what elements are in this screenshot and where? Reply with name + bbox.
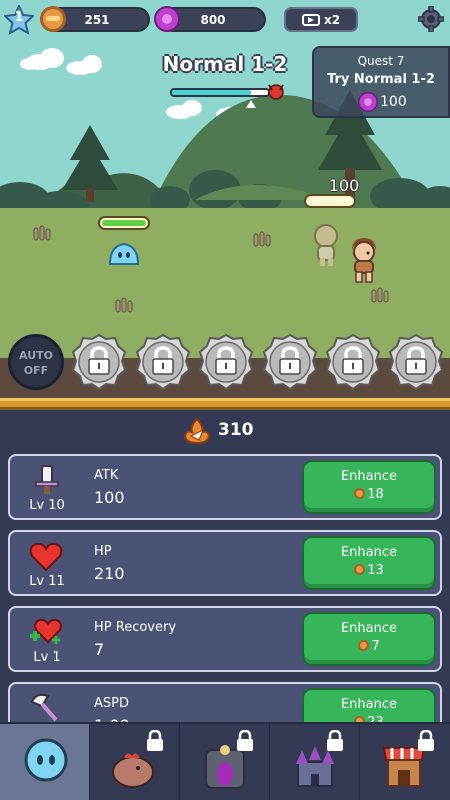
enhance-label: Enhance xyxy=(340,469,398,484)
enemy-hp-value: 100 xyxy=(328,176,360,195)
stage-title: Normal 1-2 xyxy=(162,52,288,76)
axe-icon xyxy=(28,692,64,722)
lock-icon xyxy=(262,333,318,391)
tab-character[interactable] xyxy=(0,724,90,800)
locked-skill-slot[interactable] xyxy=(70,333,128,391)
enhance-cost-value: 13 xyxy=(367,563,384,578)
enhance-label: Enhance xyxy=(340,545,398,560)
hero-ghost-sprite xyxy=(314,224,338,266)
enhance-label: Enhance xyxy=(340,621,398,636)
upgrade-list[interactable]: Lv 10 ATK 100 Enhance 18 Lv 11 HP 210 Enhance 13 L… xyxy=(0,450,450,722)
upgrade-name: HP xyxy=(94,544,112,559)
enhance-button[interactable]: Enhance 23 xyxy=(302,688,436,722)
enhance-cost: 13 xyxy=(304,563,434,578)
hero-hp-bar xyxy=(304,194,356,208)
coin-icon xyxy=(40,6,66,32)
auto-state-label: OFF xyxy=(23,364,49,377)
quest-reward: 100 xyxy=(380,94,407,110)
lock-icon xyxy=(327,730,343,751)
enhance-cost-value: 23 xyxy=(367,715,384,722)
enhance-cost-value: 18 xyxy=(367,487,384,502)
hero-sprite xyxy=(352,238,376,283)
upgrade-card: Lv 1 HP Recovery 7 Enhance 7 xyxy=(8,606,442,672)
section-divider xyxy=(0,398,450,410)
enemy-hp-fill xyxy=(102,220,146,226)
locked-skill-slot[interactable] xyxy=(261,333,319,391)
locked-skill-slot[interactable] xyxy=(134,333,192,391)
video-icon xyxy=(302,14,320,26)
video-bonus-label: x2 xyxy=(324,13,341,27)
lock-icon xyxy=(71,333,127,391)
top-hud: 1 251 800 x2 xyxy=(0,0,450,40)
slime-enemy xyxy=(108,242,140,265)
bottom-nav xyxy=(0,722,450,800)
coin-icon xyxy=(354,564,366,575)
slime-tab-icon xyxy=(24,738,68,782)
tab-castle[interactable] xyxy=(270,724,360,800)
stage-progress-bar xyxy=(170,88,270,97)
coin-icon xyxy=(358,640,370,651)
upgrade-level: Lv 10 xyxy=(29,498,65,513)
lock-icon xyxy=(135,333,191,391)
quest-title: Quest 7 xyxy=(357,54,405,68)
stage-progress-fill xyxy=(172,90,251,95)
enhance-button[interactable]: Enhance 13 xyxy=(302,536,436,590)
gem-icon xyxy=(358,92,378,112)
heart-plus-icon xyxy=(28,616,64,648)
video-bonus-button[interactable]: x2 xyxy=(284,7,358,32)
quest-panel[interactable]: Quest 7 Try Normal 1-2 100 xyxy=(312,46,450,118)
boss-icon xyxy=(268,84,284,100)
enhance-label: Enhance xyxy=(340,697,398,712)
lock-icon xyxy=(147,730,163,751)
lock-icon xyxy=(325,333,381,391)
combat-power-value: 310 xyxy=(218,420,254,440)
locked-skill-slot[interactable] xyxy=(197,333,255,391)
upgrade-card: ASPD1.00Enhance23 xyxy=(8,682,442,722)
upgrade-name: HP Recovery xyxy=(94,620,177,635)
enhance-button[interactable]: Enhance 18 xyxy=(302,460,436,514)
tab-dungeon[interactable] xyxy=(180,724,270,800)
lock-icon xyxy=(237,730,253,751)
lock-icon xyxy=(418,730,434,751)
combat-power-bar: 310 xyxy=(0,410,450,450)
flame-power-icon xyxy=(183,418,211,444)
locked-skill-slot[interactable] xyxy=(324,333,382,391)
enhance-cost: 18 xyxy=(304,487,434,502)
gem-icon xyxy=(154,6,180,32)
hero-hp-fill xyxy=(308,198,352,204)
upgrade-value: 100 xyxy=(94,488,125,507)
upgrade-card: Lv 10 ATK 100 Enhance 18 xyxy=(8,454,442,520)
chicken-icon xyxy=(112,753,154,788)
upgrade-name: ATK xyxy=(94,468,119,483)
upgrade-name: ASPD xyxy=(94,696,129,711)
enemy-hp-bar xyxy=(98,216,150,230)
quest-description: Try Normal 1-2 xyxy=(327,72,435,87)
upgrade-level: Lv 11 xyxy=(29,574,65,589)
enhance-cost: 23 xyxy=(304,715,434,722)
upgrade-value: 7 xyxy=(94,640,105,659)
enhance-cost-value: 7 xyxy=(371,639,380,654)
gear-icon[interactable] xyxy=(418,6,444,32)
heart-icon xyxy=(28,540,64,572)
auto-toggle-button[interactable]: AUTO OFF xyxy=(8,334,64,390)
auto-label: AUTO xyxy=(19,349,53,362)
tab-shop[interactable] xyxy=(360,724,450,800)
locked-skill-slot[interactable] xyxy=(387,333,445,391)
progress-marker-icon xyxy=(246,100,256,108)
upgrade-value: 210 xyxy=(94,564,125,583)
upgrade-level: Lv 1 xyxy=(33,650,61,665)
tab-pet[interactable] xyxy=(90,724,180,800)
upgrade-card: Lv 11 HP 210 Enhance 13 xyxy=(8,530,442,596)
sword-icon xyxy=(28,464,64,496)
coin-icon xyxy=(354,488,366,499)
enhance-cost: 7 xyxy=(304,639,434,654)
lock-icon xyxy=(388,333,444,391)
enhance-button[interactable]: Enhance 7 xyxy=(302,612,436,666)
lock-icon xyxy=(198,333,254,391)
player-level: 1 xyxy=(14,10,24,25)
